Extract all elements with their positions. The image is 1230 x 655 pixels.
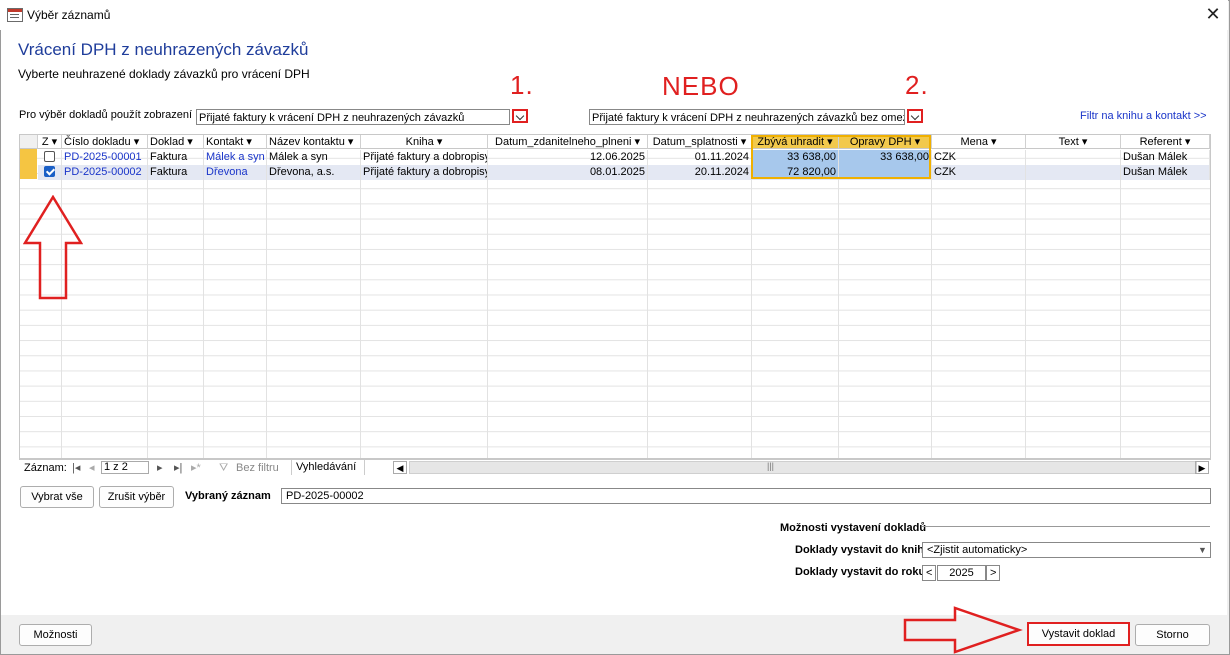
row-checkbox[interactable] [44, 151, 55, 162]
row-checkbox[interactable] [44, 166, 55, 177]
last-record-icon[interactable]: ▸| [174, 461, 182, 474]
col-divider [1025, 150, 1026, 458]
col-divider [838, 150, 839, 458]
annotation-or: NEBO [662, 71, 740, 101]
col-divider [266, 150, 267, 458]
cell-dzp[interactable]: 12.06.2025 [488, 150, 648, 165]
annotation-one: 1. [510, 70, 534, 100]
selected-record-field[interactable]: PD-2025-00002 [281, 488, 1211, 504]
cell-text[interactable] [1026, 165, 1121, 180]
cell-kontakt[interactable]: Málek a syn [204, 150, 267, 165]
select-all-button[interactable]: Vybrat vše [20, 486, 94, 508]
col-divider [360, 150, 361, 458]
cell-mena[interactable]: CZK [932, 165, 1026, 180]
cell-referent[interactable]: Dušan Málek [1121, 165, 1210, 180]
header-referent[interactable]: Referent ▾ [1121, 135, 1210, 149]
book-combo[interactable]: <Zjistit automaticky> [922, 542, 1211, 558]
funnel-icon: ⛛ [219, 462, 229, 474]
header-mena[interactable]: Mena ▾ [932, 135, 1026, 149]
new-record-icon[interactable]: ▸* [191, 461, 201, 474]
options-section-title: Možnosti vystavení dokladů [780, 522, 927, 534]
next-record-icon[interactable]: ▸ [157, 461, 163, 474]
filter-status[interactable]: Bez filtru [236, 462, 279, 474]
cell-text[interactable] [1026, 150, 1121, 165]
view-combo-2[interactable]: Přijaté faktury k vrácení DPH z neuhraze… [589, 109, 905, 125]
prev-record-icon[interactable]: ◂ [89, 461, 95, 474]
header-text[interactable]: Text ▾ [1026, 135, 1121, 149]
col-divider [751, 150, 752, 458]
view-combo-2-dropdown-icon[interactable] [907, 109, 923, 123]
col-divider [147, 150, 148, 458]
cell-kniha[interactable]: Přijaté faktury a dobropisy [361, 150, 488, 165]
cell-cislo[interactable]: PD-2025-00001 [62, 150, 148, 165]
col-divider [487, 150, 488, 458]
cell-nazev[interactable]: Málek a syn [267, 150, 361, 165]
header-dzp[interactable]: Datum_zdanitelneho_plneni ▾ [488, 135, 648, 149]
cell-referent[interactable]: Dušan Málek [1121, 150, 1210, 165]
clear-selection-button[interactable]: Zrušit výběr [99, 486, 174, 508]
cell-dzp[interactable]: 08.01.2025 [488, 165, 648, 180]
cell-ds[interactable]: 01.11.2024 [648, 150, 752, 165]
records-grid [19, 134, 1211, 459]
col-divider [203, 150, 204, 458]
cell-nazev[interactable]: Dřevona, a.s. [267, 165, 361, 180]
selected-record-label: Vybraný záznam [185, 490, 271, 502]
form-icon [7, 8, 23, 22]
record-navigation: Záznam: |◂ ◂ 1 z 2 ▸ ▸| ▸* ⛛ Bez filtru … [19, 459, 1211, 476]
create-document-button[interactable]: Vystavit doklad [1027, 622, 1130, 646]
year-prev-button[interactable]: < [922, 565, 936, 581]
book-label: Doklady vystavit do knihy [795, 544, 931, 556]
title-bar: Výběr záznamů ✕ [0, 0, 1228, 30]
col-divider [1120, 150, 1121, 458]
page-title: Vrácení DPH z neuhrazených závazků [18, 40, 309, 59]
scroll-left-icon[interactable]: ◀ [393, 461, 407, 474]
annotation-arrow-right-icon [903, 606, 1023, 654]
col-divider [647, 150, 648, 458]
record-label: Záznam: [24, 462, 67, 474]
header-kontakt[interactable]: Kontakt ▾ [204, 135, 267, 149]
close-icon[interactable]: ✕ [1203, 3, 1223, 25]
view-combo-1[interactable]: Přijaté faktury k vrácení DPH z neuhraze… [196, 109, 510, 125]
row-selector-column[interactable] [20, 149, 37, 179]
col-divider [931, 150, 932, 458]
header-corner[interactable] [20, 135, 38, 149]
year-label: Doklady vystavit do roku [795, 566, 926, 578]
book-dropdown-icon[interactable]: ▼ [1195, 543, 1210, 557]
cell-doklad[interactable]: Faktura [148, 150, 204, 165]
cancel-button[interactable]: Storno [1135, 624, 1210, 646]
scroll-right-icon[interactable]: ▶ [1195, 461, 1209, 474]
header-nazev[interactable]: Název kontaktu ▾ [267, 135, 361, 149]
header-cislo[interactable]: Číslo dokladu ▾ [62, 135, 148, 149]
options-button[interactable]: Možnosti [19, 624, 92, 646]
page-subtitle: Vyberte neuhrazené doklady závazků pro v… [18, 67, 310, 81]
header-doklad[interactable]: Doklad ▾ [148, 135, 204, 149]
horizontal-scrollbar[interactable] [409, 461, 1197, 474]
filter-link[interactable]: Filtr na knihu a kontakt >> [1080, 110, 1207, 122]
cell-mena[interactable]: CZK [932, 150, 1026, 165]
cell-kniha[interactable]: Přijaté faktury a dobropisy [361, 165, 488, 180]
view-selector-label: Pro výběr dokladů použít zobrazení [19, 109, 193, 121]
highlight-frame [751, 135, 931, 179]
view-combo-1-dropdown-icon[interactable] [512, 109, 528, 123]
cell-ds[interactable]: 20.11.2024 [648, 165, 752, 180]
annotation-two: 2. [905, 70, 929, 100]
window-title: Výběr záznamů [27, 8, 111, 22]
cell-cislo[interactable]: PD-2025-00002 [62, 165, 148, 180]
cell-doklad[interactable]: Faktura [148, 165, 204, 180]
first-record-icon[interactable]: |◂ [72, 461, 80, 474]
header-kniha[interactable]: Kniha ▾ [361, 135, 488, 149]
record-position[interactable]: 1 z 2 [101, 461, 149, 474]
search-box[interactable]: Vyhledávání [291, 460, 365, 475]
scroll-grip-icon: ||| [767, 461, 775, 471]
year-next-button[interactable]: > [986, 565, 1000, 581]
options-separator [922, 526, 1210, 527]
header-checkbox-col[interactable]: Z ▾ [38, 135, 62, 149]
header-ds[interactable]: Datum_splatnosti ▾ [648, 135, 752, 149]
year-field[interactable]: 2025 [937, 565, 986, 581]
annotation-arrow-up-icon [23, 195, 83, 300]
cell-kontakt[interactable]: Dřevona [204, 165, 267, 180]
